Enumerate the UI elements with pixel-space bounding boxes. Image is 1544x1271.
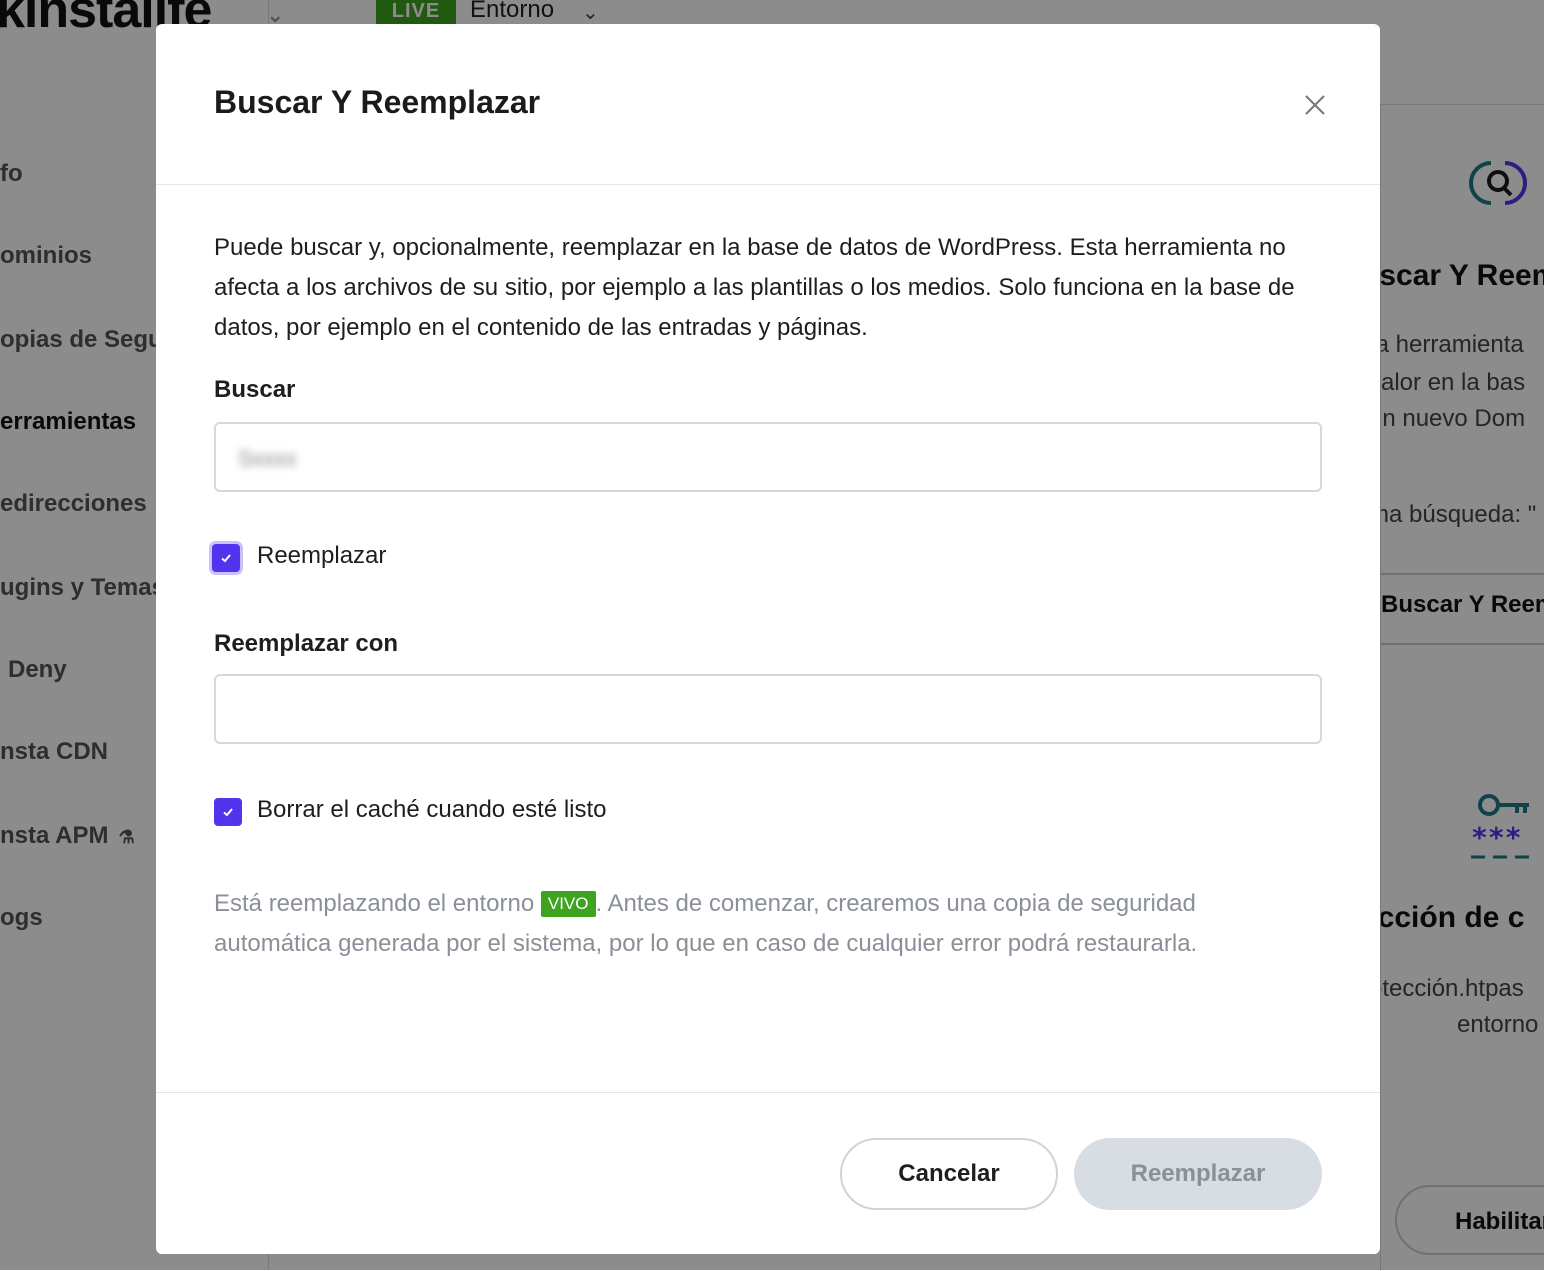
dialog-footer-divider — [156, 1092, 1380, 1093]
environment-notice: Está reemplazando el entorno VIVO. Antes… — [214, 884, 1314, 964]
replace-button[interactable]: Reemplazar — [1074, 1138, 1322, 1210]
dialog-description: Puede buscar y, opcionalmente, reemplaza… — [214, 234, 1295, 341]
replace-checkbox-label[interactable]: Reemplazar — [257, 542, 386, 570]
search-input-value-redacted: Sxxxx — [238, 446, 297, 471]
replace-with-label: Reemplazar con — [214, 630, 399, 657]
live-env-badge: VIVO — [540, 891, 596, 917]
clear-cache-checkbox[interactable] — [214, 798, 242, 826]
replace-checkbox[interactable] — [212, 544, 240, 572]
search-label: Buscar — [214, 376, 296, 403]
clear-cache-label[interactable]: Borrar el caché cuando esté listo — [257, 796, 607, 824]
replace-with-input[interactable] — [214, 674, 1322, 744]
search-input[interactable] — [214, 422, 1322, 492]
dialog-title: Buscar Y Reemplazar — [214, 84, 541, 120]
search-replace-dialog: Buscar Y Reemplazar Puede buscar y, opci… — [156, 24, 1380, 1254]
cancel-button[interactable]: Cancelar — [840, 1138, 1058, 1210]
notice-text: Está reemplazando el entorno — [214, 890, 535, 917]
checkmark-icon — [221, 554, 231, 563]
checkmark-icon — [223, 808, 233, 817]
close-icon[interactable] — [1300, 90, 1330, 120]
dialog-header: Buscar Y Reemplazar — [156, 24, 1380, 185]
